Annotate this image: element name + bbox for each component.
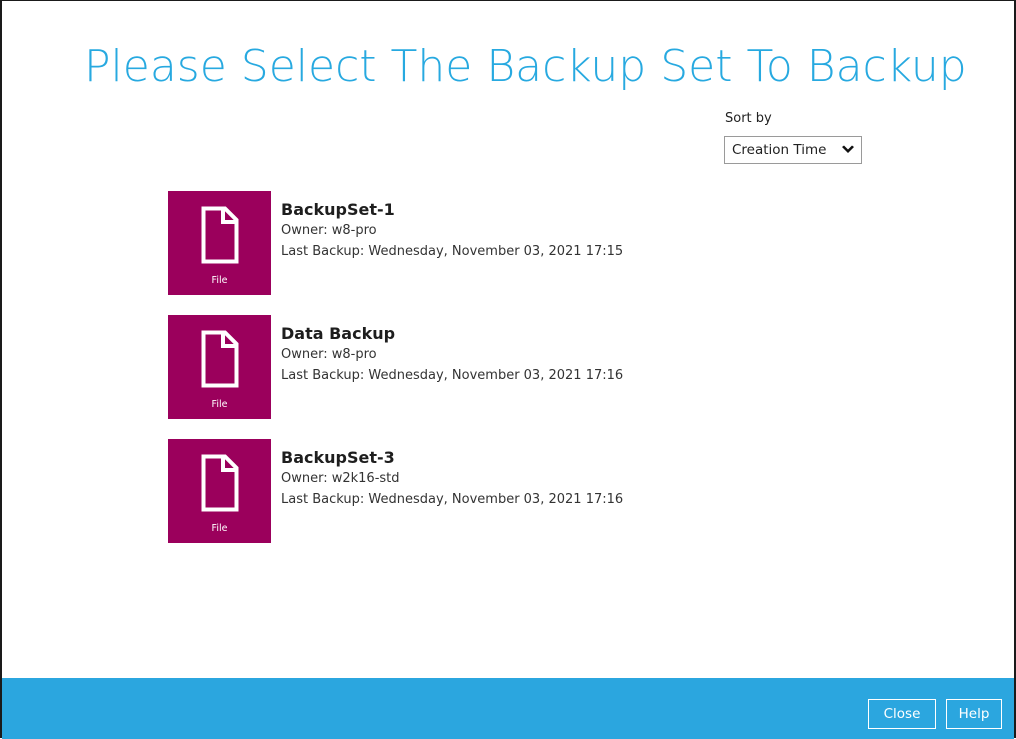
file-icon	[201, 330, 239, 388]
backup-set-owner: Owner: w8-pro	[281, 223, 377, 238]
backup-set-selection-window: Please Select The Backup Set To Backup S…	[0, 0, 1016, 739]
file-icon	[201, 206, 239, 264]
backup-set-name: Data Backup	[281, 324, 396, 343]
backup-set-item-data-backup[interactable]: File Data Backup Owner: w8-pro Last Back…	[168, 315, 688, 419]
backup-set-tile: File	[168, 439, 271, 543]
sort-by-label: Sort by	[725, 111, 772, 126]
backup-set-tile: File	[168, 315, 271, 419]
backup-set-last-backup: Last Backup: Wednesday, November 03, 202…	[281, 368, 624, 383]
backup-set-name: BackupSet-1	[281, 200, 395, 219]
backup-set-owner: Owner: w2k16-std	[281, 471, 400, 486]
sort-by-select[interactable]: Creation Time	[724, 136, 862, 164]
footer-bar: Close Help	[2, 678, 1014, 739]
file-icon	[201, 454, 239, 512]
backup-set-name: BackupSet-3	[281, 448, 395, 467]
backup-set-type-label: File	[211, 523, 228, 534]
backup-set-last-backup: Last Backup: Wednesday, November 03, 202…	[281, 244, 624, 259]
backup-set-owner: Owner: w8-pro	[281, 347, 377, 362]
close-button[interactable]: Close	[868, 699, 936, 729]
page-title: Please Select The Backup Set To Backup	[84, 41, 967, 92]
backup-set-type-label: File	[211, 275, 228, 286]
chevron-down-icon	[842, 145, 854, 153]
backup-set-item-backupset-1[interactable]: File BackupSet-1 Owner: w8-pro Last Back…	[168, 191, 688, 295]
backup-set-item-backupset-3[interactable]: File BackupSet-3 Owner: w2k16-std Last B…	[168, 439, 688, 543]
backup-set-last-backup: Last Backup: Wednesday, November 03, 202…	[281, 492, 624, 507]
backup-set-tile: File	[168, 191, 271, 295]
sort-by-selected-value: Creation Time	[732, 142, 827, 158]
backup-set-type-label: File	[211, 399, 228, 410]
help-button[interactable]: Help	[946, 699, 1002, 729]
